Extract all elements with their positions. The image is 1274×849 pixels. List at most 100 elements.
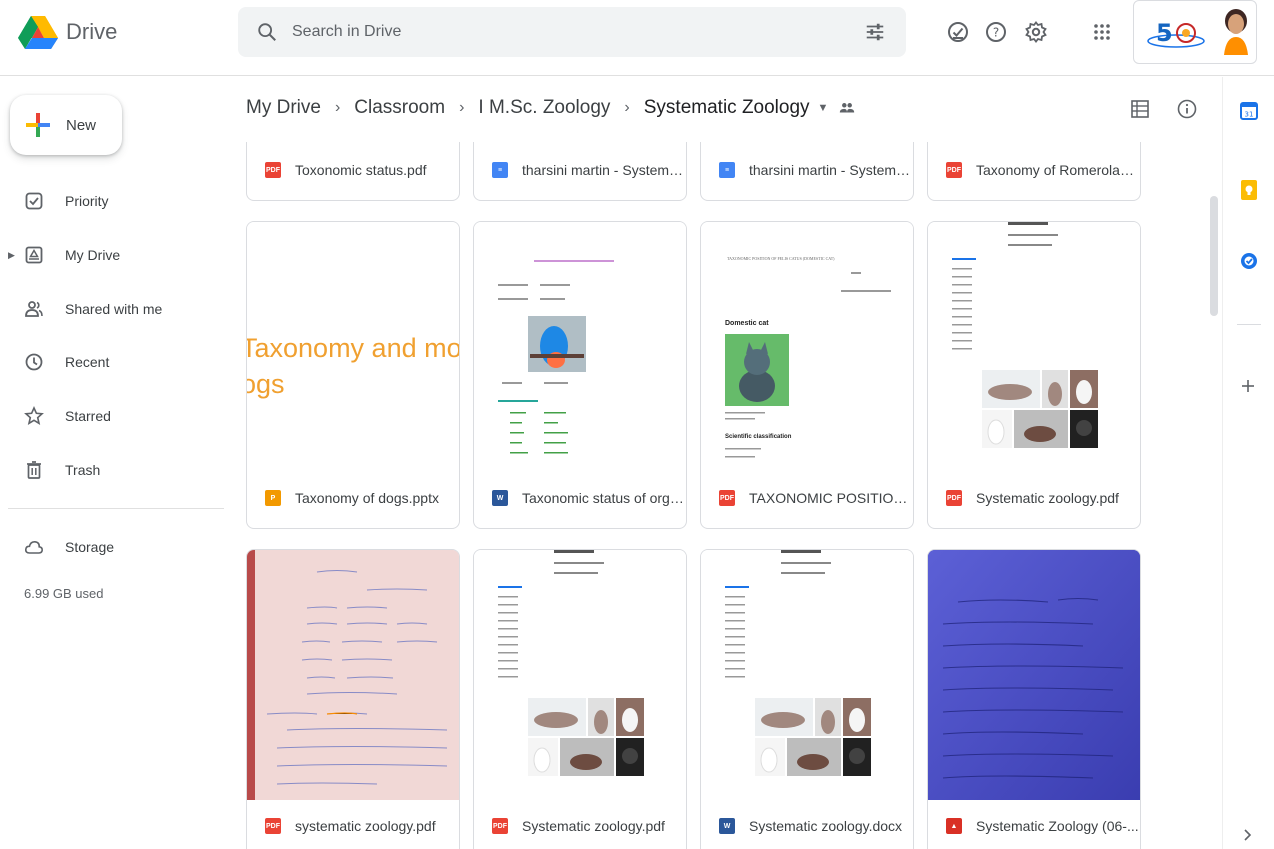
pdf-icon: PDF: [265, 162, 281, 178]
file-card[interactable]: Taxonomy and morph ogs P Taxonomy of dog…: [246, 221, 460, 529]
document-preview: [725, 550, 871, 776]
search-icon[interactable]: [256, 21, 278, 43]
account-area[interactable]: 5: [1133, 0, 1257, 64]
file-name: tharsini martin - Systema...: [522, 162, 686, 178]
file-card[interactable]: PDF Systematic zoology.pdf: [927, 221, 1141, 529]
file-card[interactable]: W Taxonomic status of orga...: [473, 221, 687, 529]
file-grid: PDF Toxonomic status.pdf ≡ tharsini mart…: [230, 142, 1220, 849]
file-card[interactable]: ≡ tharsini martin - Systema...: [700, 142, 914, 201]
document-preview: [498, 550, 644, 776]
sidebar-item-starred[interactable]: Starred: [0, 396, 230, 436]
calendar-icon[interactable]: 31: [1239, 101, 1259, 121]
new-button[interactable]: New: [10, 95, 122, 155]
file-card[interactable]: PDF systematic zoology.pdf: [246, 549, 460, 849]
sidebar-item-label: My Drive: [65, 247, 121, 263]
pdf-icon: PDF: [946, 162, 962, 178]
add-addon-icon[interactable]: [1239, 377, 1257, 395]
file-name-row: W Systematic zoology.docx: [701, 796, 913, 849]
preview-line: Taxonomy and morph: [247, 333, 459, 363]
file-name: Taxonomy of dogs.pptx: [295, 490, 439, 506]
file-thumbnail: TAXONOMIC POSITION OF FELIS CATUS (DOMES…: [701, 222, 913, 472]
image-icon: ▲: [946, 818, 962, 834]
file-name-row: P Taxonomy of dogs.pptx: [247, 468, 459, 528]
keep-icon[interactable]: [1239, 179, 1259, 201]
chevron-right-icon[interactable]: [1239, 827, 1255, 843]
list-view-icon[interactable]: [1129, 98, 1151, 120]
svg-text:?: ?: [993, 26, 999, 40]
file-thumbnail: [474, 222, 686, 472]
sidebar-item-label: Storage: [65, 539, 115, 555]
sidebar-item-label: Trash: [65, 462, 101, 478]
app-title: Drive: [66, 19, 118, 44]
clock-icon: [25, 353, 43, 371]
scrollbar-thumb[interactable]: [1210, 196, 1218, 316]
file-name: Toxonomic status.pdf: [295, 162, 427, 178]
file-name: Taxonomy of Romerolaga...: [976, 162, 1140, 178]
breadcrumb-item[interactable]: Classroom: [354, 97, 445, 119]
preview-line: ogs: [247, 369, 285, 400]
search-options-icon[interactable]: [864, 21, 886, 43]
file-card[interactable]: PDF Toxonomic status.pdf: [246, 142, 460, 201]
document-lines: [725, 272, 891, 458]
storage-used-text: 6.99 GB used: [24, 586, 104, 601]
file-name: Systematic zoology.docx: [749, 818, 903, 834]
powerpoint-icon: P: [265, 490, 281, 506]
pdf-icon: PDF: [265, 818, 281, 834]
sidebar-item-label: Recent: [65, 354, 110, 370]
file-card[interactable]: ≡ tharsini martin - Systema...: [473, 142, 687, 201]
dropdown-arrow-icon[interactable]: ▼: [818, 102, 829, 114]
document-preview: [498, 260, 614, 454]
google-doc-icon: ≡: [492, 162, 508, 178]
file-card[interactable]: PDF Systematic zoology.pdf: [473, 549, 687, 849]
sidebar-item-label: Starred: [65, 408, 111, 424]
info-icon[interactable]: [1176, 98, 1198, 120]
sidebar-item-priority[interactable]: Priority: [0, 181, 230, 221]
apps-grid-icon[interactable]: [1090, 20, 1114, 44]
sidebar-item-label: Shared with me: [65, 301, 163, 317]
sidebar-item-recent[interactable]: Recent: [0, 342, 230, 382]
file-name-row: PDF Toxonomic status.pdf: [247, 142, 459, 200]
file-card[interactable]: W Systematic zoology.docx: [700, 549, 914, 849]
file-name-row: PDF TAXONOMIC POSITION O...: [701, 468, 913, 528]
shared-folder-icon: [840, 103, 855, 113]
trash-icon: [27, 461, 41, 479]
offline-status-icon[interactable]: [946, 20, 970, 44]
pdf-icon: PDF: [492, 818, 508, 834]
settings-icon[interactable]: [1024, 20, 1048, 44]
plus-icon: [26, 113, 50, 137]
file-name-row: PDF Systematic zoology.pdf: [928, 468, 1140, 528]
svg-text:31: 31: [1245, 111, 1254, 119]
sidebar-item-storage[interactable]: Storage: [0, 527, 230, 567]
sidebar-item-label: Priority: [65, 193, 109, 209]
file-name: systematic zoology.pdf: [295, 818, 436, 834]
svg-text:5: 5: [1156, 19, 1173, 47]
handwritten-notes-image: [247, 550, 459, 800]
sidebar-item-shared[interactable]: Shared with me: [0, 289, 230, 329]
expand-caret-icon[interactable]: ▶: [8, 250, 15, 261]
search-bar[interactable]: [238, 7, 906, 57]
cloud-icon: [24, 540, 44, 554]
breadcrumb: My Drive › Classroom › I M.Sc. Zoology ›…: [246, 88, 856, 128]
drive-logo[interactable]: Drive: [18, 14, 117, 50]
sidebar-item-trash[interactable]: Trash: [0, 450, 230, 490]
file-card[interactable]: TAXONOMIC POSITION OF FELIS CATUS (DOMES…: [700, 221, 914, 529]
new-button-label: New: [66, 116, 97, 134]
sidebar-item-my-drive[interactable]: ▶ My Drive: [0, 235, 230, 275]
search-input[interactable]: [292, 23, 812, 41]
document-preview: [952, 222, 1098, 448]
breadcrumb-item[interactable]: My Drive: [246, 97, 321, 119]
file-name: Systematic zoology.pdf: [976, 490, 1119, 506]
file-card[interactable]: ▲ Systematic Zoology (06-...: [927, 549, 1141, 849]
breadcrumb-item[interactable]: I M.Sc. Zoology: [478, 97, 610, 119]
file-name-row: PDF Systematic zoology.pdf: [474, 796, 686, 849]
handwritten-notes-image: [928, 550, 1140, 800]
file-card[interactable]: PDF Taxonomy of Romerolaga...: [927, 142, 1141, 201]
avatar[interactable]: [1222, 7, 1250, 55]
file-thumbnail: [928, 222, 1140, 472]
tasks-icon[interactable]: [1239, 251, 1259, 271]
breadcrumb-current[interactable]: Systematic Zoology: [644, 97, 810, 119]
help-icon[interactable]: ?: [984, 20, 1008, 44]
file-name-row: W Taxonomic status of orga...: [474, 468, 686, 528]
file-thumbnail: [928, 550, 1140, 800]
pdf-icon: PDF: [946, 490, 962, 506]
